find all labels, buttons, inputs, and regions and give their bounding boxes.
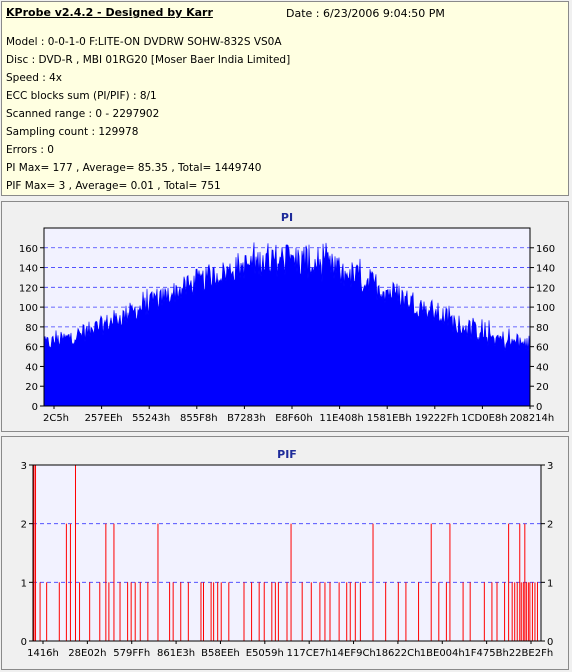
pif-ytick-label-left: 0 [21, 637, 27, 648]
pif-ytick-label-right: 1 [547, 578, 553, 589]
pif-xtick-label: 14EF9Ch [331, 648, 375, 659]
pi-xtick-label: B7283h [227, 413, 266, 424]
pi-ytick-label-right: 20 [536, 382, 549, 393]
pif-ytick-label-left: 1 [21, 578, 27, 589]
pi-ytick-label-right: 120 [536, 283, 555, 294]
pif-xtick-label: B58EEh [201, 648, 240, 659]
info-panel: KProbe v2.4.2 - Designed by Karr Date : … [1, 1, 569, 196]
pif-summary-line: PIF Max= 3 , Average= 0.01 , Total= 751 [6, 180, 221, 192]
pi-ytick-label-right: 80 [536, 323, 549, 334]
pif-chart-panel: PIF 0 0 1 1 2 2 3 3 1416h 28E02h 579FFh 861E3h B58EEh… [1, 436, 569, 670]
pi-xtick-label: 1581EBh [367, 413, 412, 424]
pif-xtick-label: 579FFh [113, 648, 150, 659]
pif-chart: PIF 0 0 1 1 2 2 3 3 1416h 28E02h 579FFh 861E3h B58EEh… [21, 448, 554, 659]
ecc-line: ECC blocks sum (PI/PIF) : 8/1 [6, 90, 157, 102]
pif-title: PIF [277, 448, 297, 461]
pi-xtick-label: 2C5h [43, 413, 69, 424]
pi-ytick-label-left: 40 [25, 362, 38, 373]
pif-ytick-label-right: 0 [547, 637, 553, 648]
pi-ytick-label-left: 60 [25, 343, 38, 354]
pif-ytick-label-left: 3 [21, 461, 27, 472]
pif-xtick-label: 1BE004h [420, 648, 465, 659]
pi-ytick-label-right: 40 [536, 362, 549, 373]
pif-ytick-label-right: 2 [547, 520, 553, 531]
pi-ytick-label-left: 140 [19, 264, 38, 275]
pi-ytick-label-left: 80 [25, 323, 38, 334]
pi-chart: PI 0 0 20 20 40 40 60 60 80 80 100 100 120 120 140 140 16… [19, 211, 555, 424]
pif-xtick-label: 1416h [27, 648, 59, 659]
pif-xtick-label: E5059h [246, 648, 284, 659]
pi-xtick-label: 208214h [510, 413, 555, 424]
pif-xtick-label: 861E3h [157, 648, 195, 659]
speed-line: Speed : 4x [6, 72, 63, 84]
pi-summary-line: PI Max= 177 , Average= 85.35 , Total= 14… [6, 162, 262, 174]
disc-line: Disc : DVD-R , MBI 01RG20 [Moser Baer In… [6, 54, 291, 66]
pif-xtick-label: 18622Ch [375, 648, 420, 659]
range-line: Scanned range : 0 - 2297902 [6, 108, 160, 120]
pif-ytick-label-right: 3 [547, 461, 553, 472]
pi-xtick-label: E8F60h [275, 413, 313, 424]
pi-xtick-label: 855F8h [180, 413, 218, 424]
pi-xtick-label: 257EEh [85, 413, 123, 424]
pif-xtick-label: 117CE7h [287, 648, 332, 659]
pi-title: PI [281, 211, 293, 224]
pif-ytick-label-left: 2 [21, 520, 27, 531]
app-title: KProbe v2.4.2 - Designed by Karr [6, 6, 213, 19]
pi-xtick-label: 11E408h [319, 413, 363, 424]
pi-ytick-label-left: 120 [19, 283, 38, 294]
pi-ytick-label-left: 160 [19, 244, 38, 255]
sampling-line: Sampling count : 129978 [6, 126, 139, 138]
pi-ytick-label-right: 60 [536, 343, 549, 354]
pi-xtick-label: 19222Fh [415, 413, 459, 424]
pi-ytick-label-left: 0 [32, 402, 38, 413]
pif-xtick-label: 28E02h [68, 648, 106, 659]
pi-ytick-label-right: 100 [536, 303, 555, 314]
pif-xtick-label: 22BE2Fh [509, 648, 553, 659]
model-line: Model : 0-0-1-0 F:LITE-ON DVDRW SOHW-832… [6, 36, 282, 48]
info-lines: Model : 0-0-1-0 F:LITE-ON DVDRW SOHW-832… [6, 33, 290, 195]
pif-xtick-label: 1F475Bh [464, 648, 508, 659]
errors-line: Errors : 0 [6, 144, 54, 156]
pi-chart-panel: PI 0 0 20 20 40 40 60 60 80 80 100 100 120 120 140 140 16… [1, 201, 569, 432]
pi-xtick-label: 1CD0E8h [461, 413, 507, 424]
pi-ytick-label-right: 140 [536, 264, 555, 275]
pi-xtick-label: 55243h [132, 413, 170, 424]
pi-ytick-label-left: 20 [25, 382, 38, 393]
pi-ytick-label-left: 100 [19, 303, 38, 314]
pi-ytick-label-right: 0 [536, 402, 542, 413]
pi-ytick-label-right: 160 [536, 244, 555, 255]
scan-date: Date : 6/23/2006 9:04:50 PM [286, 7, 445, 20]
